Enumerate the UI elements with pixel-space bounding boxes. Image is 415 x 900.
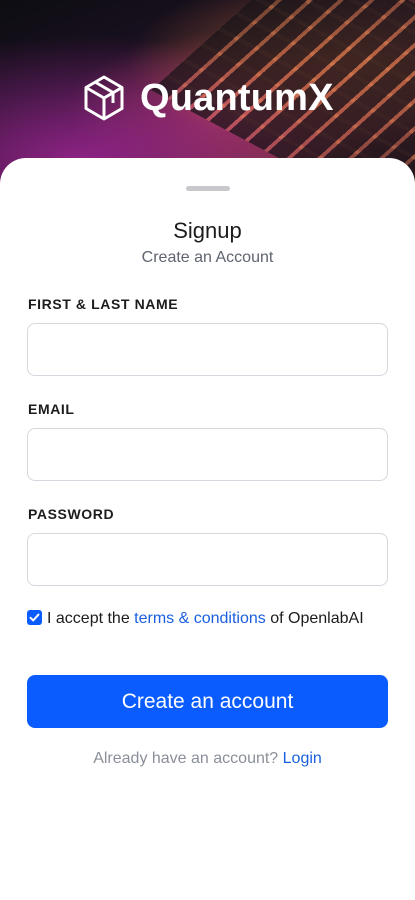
page-subtitle: Create an Account <box>141 249 274 266</box>
name-field[interactable] <box>27 323 388 376</box>
terms-row: I accept the terms & conditions of Openl… <box>27 606 367 632</box>
terms-link[interactable]: terms & conditions <box>134 610 266 627</box>
email-field[interactable] <box>27 428 388 481</box>
name-label: FIRST & LAST NAME <box>28 296 179 312</box>
page-title: Signup <box>173 218 242 243</box>
create-account-button[interactable]: Create an account <box>27 675 388 728</box>
terms-checkbox[interactable] <box>27 610 42 625</box>
terms-prefix: I accept the <box>47 610 130 627</box>
login-prompt-row: Already have an account? Login <box>0 750 415 768</box>
cube-logo-icon <box>84 75 124 121</box>
password-field[interactable] <box>27 533 388 586</box>
password-label: PASSWORD <box>28 506 115 522</box>
signup-screen: QuantumX Signup Create an Account FIRST … <box>0 0 415 900</box>
sheet-drag-handle[interactable] <box>186 186 230 191</box>
brand-name: QuantumX <box>140 77 334 119</box>
signup-sheet: Signup Create an Account FIRST & LAST NA… <box>0 158 415 900</box>
terms-suffix: of OpenlabAI <box>270 610 364 627</box>
email-label: EMAIL <box>28 401 75 417</box>
brand-logo: QuantumX <box>82 74 334 122</box>
login-prompt: Already have an account? <box>93 750 279 767</box>
checkmark-icon <box>29 613 40 622</box>
login-link[interactable]: Login <box>283 750 322 767</box>
